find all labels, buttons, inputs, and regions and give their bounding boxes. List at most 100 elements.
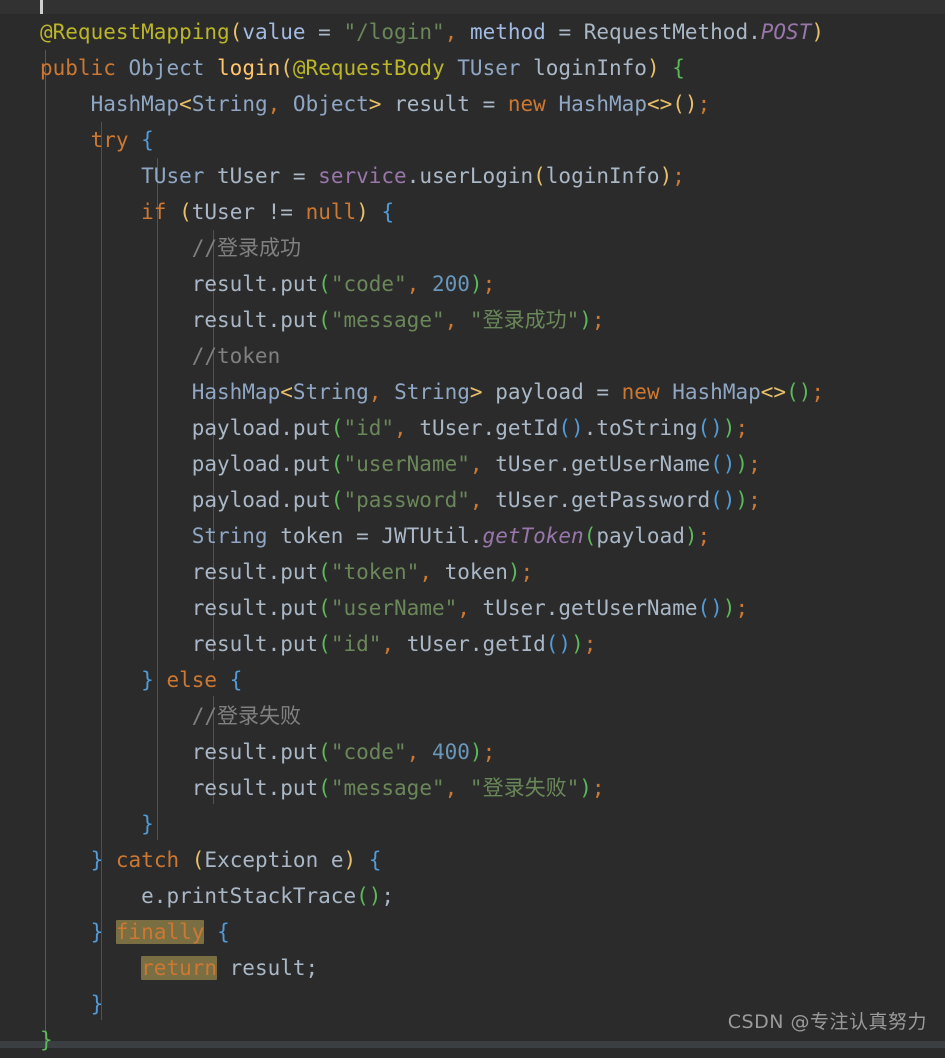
token-default xyxy=(445,56,458,80)
token-bracket3: () xyxy=(697,416,723,440)
code-line[interactable]: HashMap<String, Object> result = new Has… xyxy=(0,86,945,122)
code-line[interactable]: } xyxy=(0,806,945,842)
token-keyword: null xyxy=(305,200,357,224)
token-bracket2: ( xyxy=(318,632,331,656)
token-string: "message" xyxy=(330,776,445,800)
code-line[interactable]: //token xyxy=(0,338,945,374)
token-keyword: ; xyxy=(697,92,711,116)
code-line[interactable]: result.put("code", 200); xyxy=(0,266,945,302)
token-default: .userLogin xyxy=(406,164,534,188)
token-default xyxy=(179,848,192,872)
code-editor[interactable]: @RequestMapping(value = "/login", method… xyxy=(0,0,945,1052)
code-line[interactable]: try { xyxy=(0,122,945,158)
token-default: result.put xyxy=(191,776,319,800)
code-line[interactable]: result.put("message", "登录失败"); xyxy=(0,770,945,806)
code-line[interactable]: @RequestMapping(value = "/login", method… xyxy=(0,14,945,50)
token-class: String xyxy=(191,524,268,548)
token-brace: } xyxy=(90,992,104,1016)
token-keyword: public xyxy=(40,56,116,80)
code-line[interactable]: result.put("userName", tUser.getUserName… xyxy=(0,590,945,626)
code-line[interactable]: payload.put("userName", tUser.getUserNam… xyxy=(0,446,945,482)
code-line[interactable]: //登录失败 xyxy=(0,698,945,734)
token-default: result.put xyxy=(191,560,319,584)
token-keyword: , xyxy=(419,560,432,584)
token-class: HashMap xyxy=(90,92,180,116)
token-default: result; xyxy=(217,956,319,980)
token-keyword: ; xyxy=(748,488,761,512)
token-keyword: , xyxy=(267,92,281,116)
code-line[interactable]: payload.put("id", tUser.getId().toString… xyxy=(0,410,945,446)
token-default: e.printStackTrace xyxy=(141,884,357,908)
token-string: "userName" xyxy=(343,452,470,476)
token-default xyxy=(103,920,116,944)
token-default xyxy=(419,740,432,764)
token-keyword: ; xyxy=(735,416,749,440)
code-line[interactable]: result.put("id", tUser.getId()); xyxy=(0,626,945,662)
token-string: "id" xyxy=(330,632,382,656)
token-attr: value xyxy=(242,20,306,44)
token-bracket2: ) xyxy=(571,632,584,656)
code-line[interactable]: //登录成功 xyxy=(0,230,945,266)
token-bracket2: ) xyxy=(684,524,698,548)
code-line[interactable]: if (tUser != null) { xyxy=(0,194,945,230)
token-string: "password" xyxy=(343,488,470,512)
code-line[interactable]: payload.put("password", tUser.getPasswor… xyxy=(0,482,945,518)
token-bracket2: ) xyxy=(579,776,592,800)
token-brace: } xyxy=(90,848,104,872)
code-content[interactable]: @RequestMapping(value = "/login", method… xyxy=(0,14,945,1058)
code-line[interactable]: return result; xyxy=(0,950,945,986)
token-default: e xyxy=(318,848,344,872)
token-bracket1: ( xyxy=(280,56,293,80)
code-line[interactable]: } else { xyxy=(0,662,945,698)
token-default xyxy=(546,92,559,116)
code-line[interactable]: public Object login(@RequestBody TUser l… xyxy=(0,50,945,86)
code-line[interactable]: result.put("code", 400); xyxy=(0,734,945,770)
token-bracket2: ) xyxy=(579,308,592,332)
token-comment: //登录失败 xyxy=(191,704,302,728)
token-bracket2: ) xyxy=(735,452,749,476)
token-default: tUser.getUserName xyxy=(482,452,711,476)
code-line[interactable]: HashMap<String, String> payload = new Ha… xyxy=(0,374,945,410)
token-default: result = xyxy=(381,92,508,116)
code-line[interactable]: result.put("token", token); xyxy=(0,554,945,590)
token-bracket3: () xyxy=(558,416,584,440)
token-default: tUser.getPassword xyxy=(482,488,711,512)
code-line[interactable]: result.put("message", "登录成功"); xyxy=(0,302,945,338)
code-line[interactable]: TUser tUser = service.userLogin(loginInf… xyxy=(0,158,945,194)
token-number: 400 xyxy=(431,740,470,764)
token-brace: { xyxy=(368,848,382,872)
token-bracket2: ( xyxy=(318,308,331,332)
token-attr: method xyxy=(469,20,546,44)
token-keyword: , xyxy=(469,488,483,512)
code-line[interactable]: } finally { xyxy=(0,914,945,950)
token-bracket2: ( xyxy=(583,524,597,548)
token-default: ; xyxy=(381,884,395,908)
token-bracket2: () xyxy=(786,380,812,404)
token-bracket1: ) xyxy=(343,848,357,872)
token-brace: } xyxy=(141,812,154,836)
code-line[interactable]: e.printStackTrace(); xyxy=(0,878,945,914)
token-keyword: ; xyxy=(591,776,605,800)
token-bracket2: ( xyxy=(318,740,331,764)
token-generic: < xyxy=(280,380,293,404)
token-string: "message" xyxy=(330,308,445,332)
token-outerbrace: { xyxy=(672,56,685,80)
code-line[interactable]: } catch (Exception e) { xyxy=(0,842,945,878)
code-line[interactable]: String token = JWTUtil.getToken(payload)… xyxy=(0,518,945,554)
token-bracket2: ( xyxy=(318,596,331,620)
token-class: Object xyxy=(128,56,205,80)
token-default: tUser.getUserName xyxy=(469,596,698,620)
token-keyword: catch xyxy=(115,848,180,872)
token-keyword: ; xyxy=(735,596,749,620)
token-default: payload = xyxy=(482,380,622,404)
token-default: = xyxy=(545,20,584,44)
token-default: tUser != xyxy=(191,200,306,224)
token-bracket2: ( xyxy=(330,416,344,440)
